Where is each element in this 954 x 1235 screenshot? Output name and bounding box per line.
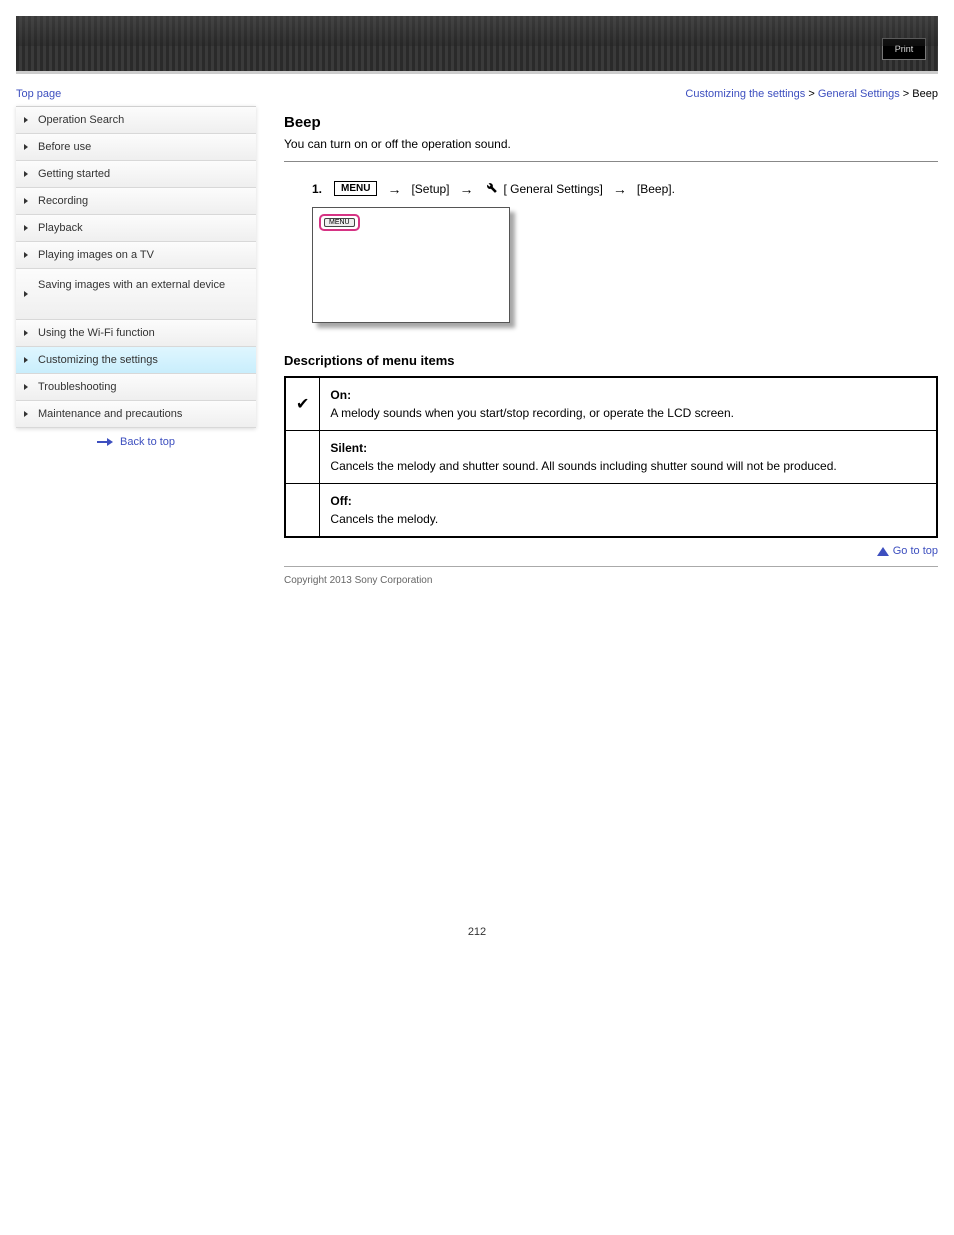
wrench-icon bbox=[484, 180, 498, 197]
chevron-right-icon bbox=[24, 144, 28, 150]
arrow-right-icon: → bbox=[460, 181, 474, 197]
option-body: Cancels the melody and shutter sound. Al… bbox=[330, 459, 926, 473]
copyright-text: Copyright 2013 Sony Corporation bbox=[284, 575, 938, 586]
breadcrumb-row: Top page Customizing the settings > Gene… bbox=[16, 88, 938, 100]
back-to-top-link[interactable]: Back to top bbox=[120, 436, 175, 448]
check-icon: ✔ bbox=[285, 377, 320, 431]
arrow-up-icon bbox=[877, 547, 889, 556]
sidebar-item-playing-on-tv[interactable]: Playing images on a TV bbox=[16, 242, 256, 269]
go-to-top-label: Go to top bbox=[893, 545, 938, 557]
chevron-right-icon bbox=[24, 291, 28, 297]
sidebar-item-label: Customizing the settings bbox=[38, 354, 158, 366]
chevron-right-icon bbox=[24, 225, 28, 231]
page-description: You can turn on or off the operation sou… bbox=[284, 137, 938, 151]
sidebar-item-saving-images[interactable]: Saving images with an external device bbox=[16, 269, 256, 320]
section-heading: Descriptions of menu items bbox=[284, 353, 938, 368]
sidebar-item-label: Troubleshooting bbox=[38, 381, 116, 393]
step-beep: [Beep]. bbox=[637, 182, 675, 196]
sidebar-item-label: Playing images on a TV bbox=[38, 249, 154, 261]
lcd-screenshot: MENU bbox=[312, 207, 510, 323]
arrow-right-icon bbox=[97, 437, 113, 447]
step-general-settings: [ General Settings] bbox=[504, 182, 603, 196]
page-number: 212 bbox=[16, 926, 938, 938]
sidebar: Operation Search Before use Getting star… bbox=[16, 106, 256, 586]
sidebar-item-operation-search[interactable]: Operation Search bbox=[16, 107, 256, 134]
breadcrumb-2[interactable]: General Settings bbox=[818, 88, 900, 100]
sidebar-item-label: Using the Wi-Fi function bbox=[38, 327, 155, 339]
print-button[interactable]: Print bbox=[882, 38, 926, 60]
sidebar-item-maintenance[interactable]: Maintenance and precautions bbox=[16, 401, 256, 428]
table-row: Off: Cancels the melody. bbox=[285, 484, 937, 538]
sidebar-item-label: Recording bbox=[38, 195, 88, 207]
table-row: Silent: Cancels the melody and shutter s… bbox=[285, 431, 937, 484]
empty-icon bbox=[285, 431, 320, 484]
option-body: A melody sounds when you start/stop reco… bbox=[330, 406, 926, 420]
menu-path-step: 1. MENU → [Setup] → [ General Settings] … bbox=[312, 180, 938, 197]
chevron-right-icon bbox=[24, 357, 28, 363]
divider bbox=[284, 161, 938, 162]
top-page-link[interactable]: Top page bbox=[16, 88, 61, 100]
arrow-right-icon: → bbox=[387, 181, 401, 197]
sidebar-item-playback[interactable]: Playback bbox=[16, 215, 256, 242]
sidebar-item-label: Saving images with an external device bbox=[38, 279, 225, 291]
arrow-right-icon: → bbox=[613, 181, 627, 197]
sidebar-item-wifi[interactable]: Using the Wi-Fi function bbox=[16, 320, 256, 347]
sidebar-item-label: Operation Search bbox=[38, 114, 124, 126]
chevron-right-icon bbox=[24, 411, 28, 417]
table-row: ✔ On: A melody sounds when you start/sto… bbox=[285, 377, 937, 431]
chevron-right-icon bbox=[24, 252, 28, 258]
menu-chip-highlight: MENU bbox=[319, 214, 360, 231]
sidebar-item-customizing[interactable]: Customizing the settings bbox=[16, 347, 256, 374]
breadcrumb-3: Beep bbox=[912, 88, 938, 100]
chevron-right-icon bbox=[24, 171, 28, 177]
breadcrumb-1[interactable]: Customizing the settings bbox=[685, 88, 805, 100]
sidebar-item-recording[interactable]: Recording bbox=[16, 188, 256, 215]
page-title: Beep bbox=[284, 114, 938, 131]
go-to-top-link[interactable]: Go to top bbox=[877, 545, 938, 557]
sidebar-item-label: Getting started bbox=[38, 168, 110, 180]
options-table: ✔ On: A melody sounds when you start/sto… bbox=[284, 376, 938, 538]
chevron-right-icon bbox=[24, 117, 28, 123]
sidebar-item-before-use[interactable]: Before use bbox=[16, 134, 256, 161]
sidebar-item-getting-started[interactable]: Getting started bbox=[16, 161, 256, 188]
main-content: Beep You can turn on or off the operatio… bbox=[284, 106, 938, 586]
menu-chip-label: MENU bbox=[324, 218, 355, 227]
option-body: Cancels the melody. bbox=[330, 512, 926, 526]
step-setup: [Setup] bbox=[411, 182, 449, 196]
top-banner: Print bbox=[16, 16, 938, 74]
sidebar-item-label: Maintenance and precautions bbox=[38, 408, 182, 420]
sidebar-item-label: Playback bbox=[38, 222, 83, 234]
chevron-right-icon bbox=[24, 384, 28, 390]
chevron-right-icon bbox=[24, 198, 28, 204]
chevron-right-icon bbox=[24, 330, 28, 336]
empty-icon bbox=[285, 484, 320, 538]
sidebar-item-label: Before use bbox=[38, 141, 91, 153]
option-title: On: bbox=[330, 388, 926, 402]
footer-bar: Go to top Copyright 2013 Sony Corporatio… bbox=[284, 566, 938, 586]
option-title: Silent: bbox=[330, 441, 926, 455]
step-number: 1. bbox=[312, 182, 322, 196]
menu-button-icon: MENU bbox=[334, 181, 377, 196]
sidebar-item-troubleshooting[interactable]: Troubleshooting bbox=[16, 374, 256, 401]
option-title: Off: bbox=[330, 494, 926, 508]
